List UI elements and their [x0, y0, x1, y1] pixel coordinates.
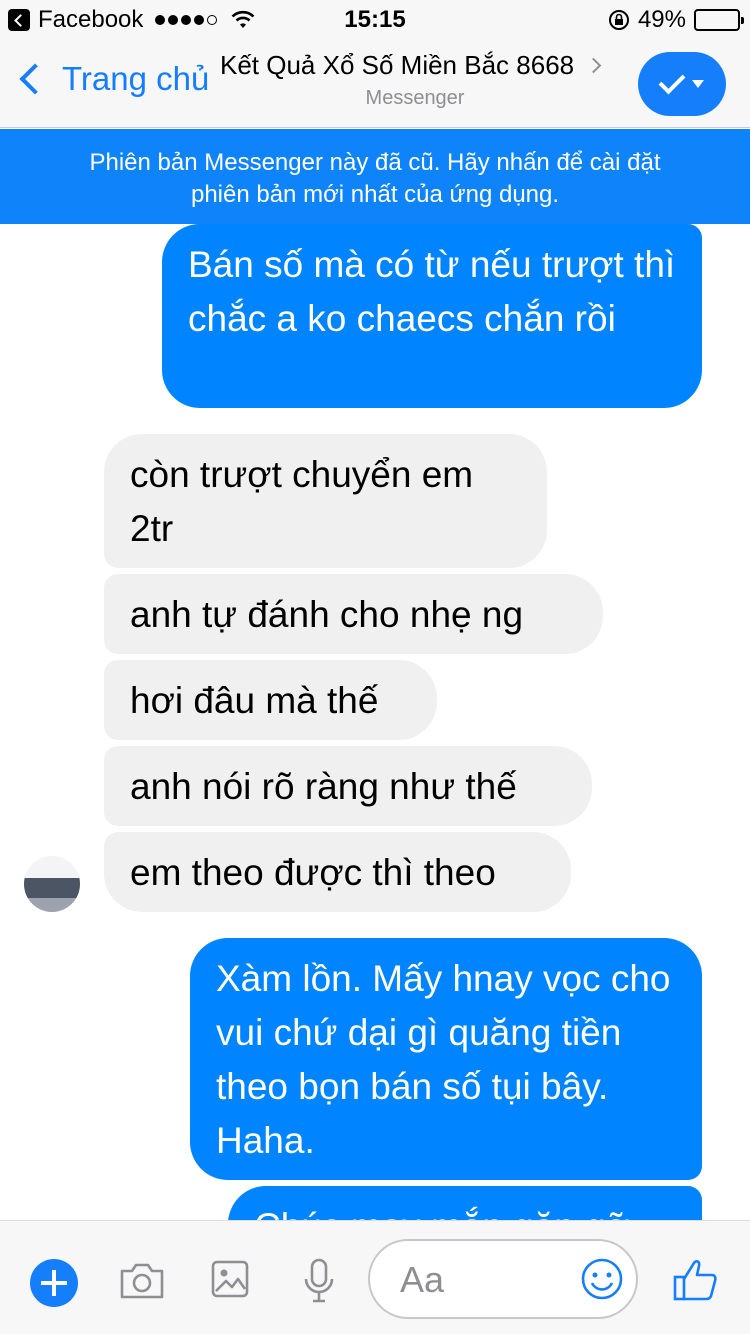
back-button[interactable]: Trang chủ — [14, 60, 209, 98]
chevron-right-icon — [585, 57, 602, 74]
conversation-name: Kết Quả Xổ Số Miền Bắc 8668 — [220, 50, 575, 80]
conversation-subtitle: Messenger — [365, 87, 465, 109]
message-bubble-outgoing[interactable]: Chúc may mắn gặp gỡ — [228, 1186, 702, 1220]
thumbs-up-icon[interactable] — [672, 1257, 718, 1303]
camera-icon[interactable] — [118, 1261, 166, 1301]
message-bubble-incoming[interactable]: còn trượt chuyển em 2tr — [104, 434, 547, 568]
plus-icon[interactable] — [30, 1259, 78, 1307]
caret-down-icon — [692, 80, 704, 88]
check-icon — [658, 67, 686, 95]
emoji-icon[interactable] — [580, 1257, 624, 1301]
message-thread[interactable]: Bán số mà có từ nếu trượt thì chắc a ko … — [0, 224, 750, 1220]
banner-line-1: Phiên bản Messenger này đã cũ. Hãy nhấn … — [89, 149, 661, 176]
nav-bar: Trang chủ Kết Quả Xổ Số Miền Bắc 8668 Me… — [0, 40, 750, 128]
composer-bar: Aa — [0, 1220, 750, 1334]
image-icon[interactable] — [210, 1259, 250, 1299]
sender-avatar[interactable] — [24, 856, 80, 912]
message-bubble-outgoing[interactable]: Xàm lồn. Mấy hnay vọc cho vui chứ dại gì… — [190, 938, 702, 1180]
banner-line-2: phiên bản mới nhất của ứng dụng. — [190, 181, 560, 208]
back-label: Trang chủ — [62, 60, 210, 97]
conversation-title[interactable]: Kết Quả Xổ Số Miền Bắc 8668 Messenger — [220, 50, 620, 110]
orientation-lock-icon — [608, 10, 629, 30]
update-banner[interactable]: Phiên bản Messenger này đã cũ. Hãy nhấn … — [0, 129, 750, 224]
message-bubble-incoming[interactable]: anh tự đánh cho nhẹ ng — [104, 574, 603, 654]
microphone-icon[interactable] — [302, 1257, 336, 1305]
message-bubble-incoming[interactable]: anh nói rõ ràng như thế — [104, 746, 592, 826]
message-input-placeholder: Aa — [400, 1259, 445, 1300]
status-bar: Facebook 15:15 49% — [0, 0, 750, 40]
message-input[interactable]: Aa — [368, 1239, 638, 1319]
message-bubble-outgoing[interactable]: Bán số mà có từ nếu trượt thì chắc a ko … — [162, 224, 702, 408]
message-bubble-incoming[interactable]: em theo được thì theo — [104, 832, 571, 912]
chevron-left-icon — [19, 63, 51, 95]
status-right: 49% — [608, 6, 744, 34]
battery-percent: 49% — [637, 6, 686, 33]
options-button[interactable] — [638, 52, 726, 116]
battery-icon — [694, 9, 744, 31]
message-bubble-incoming[interactable]: hơi đâu mà thế — [104, 660, 437, 740]
